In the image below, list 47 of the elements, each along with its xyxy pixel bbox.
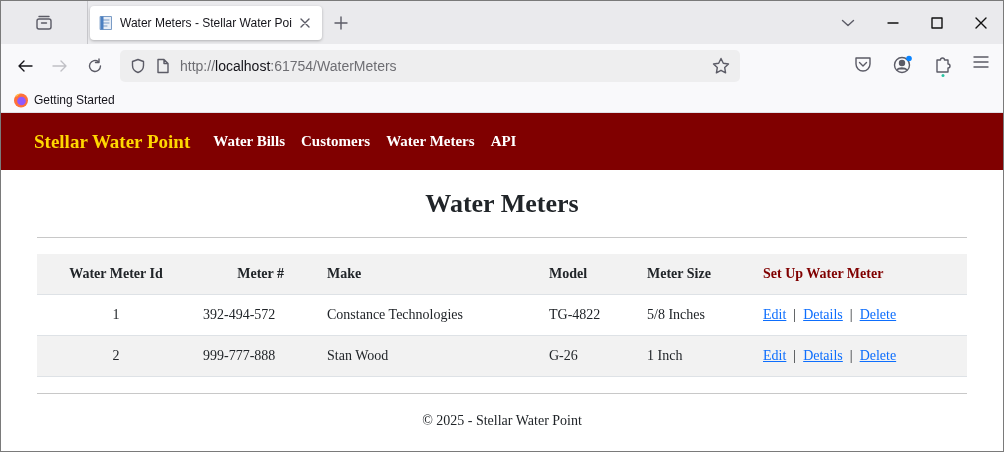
- footer-text: © 2025 - Stellar Water Point: [421, 412, 583, 429]
- star-icon[interactable]: [712, 57, 730, 75]
- table-cell: 2: [37, 336, 195, 377]
- maximize-icon[interactable]: [931, 16, 943, 29]
- extensions-icon[interactable]: [934, 55, 952, 77]
- tab-list-icon[interactable]: [35, 14, 53, 31]
- shield-icon[interactable]: [130, 58, 146, 74]
- page-icon: [156, 58, 170, 74]
- column-header: Water Meter Id: [37, 254, 195, 295]
- browser-logo-icon: [13, 92, 29, 108]
- chevron-down-icon[interactable]: [841, 17, 855, 28]
- table-cell: Stan Wood: [319, 336, 541, 377]
- brand-link[interactable]: Stellar Water Point: [34, 130, 191, 153]
- action-link[interactable]: Details: [803, 307, 843, 323]
- page-title: Water Meters: [424, 188, 580, 220]
- column-header: Meter #: [195, 254, 319, 295]
- separator: |: [849, 307, 853, 323]
- separator: |: [793, 307, 797, 323]
- table-cell: G-26: [541, 336, 639, 377]
- action-link[interactable]: Edit: [763, 307, 787, 323]
- column-header: Make: [319, 254, 541, 295]
- bookmark-link[interactable]: Getting Started: [34, 93, 115, 107]
- nav-link[interactable]: Water Meters: [386, 133, 475, 150]
- table-cell: 999-777-888: [195, 336, 319, 377]
- url-text[interactable]: http://localhost:61754/WaterMeters: [180, 58, 397, 74]
- table-cell: 1 Inch: [639, 336, 755, 377]
- back-icon[interactable]: [17, 58, 33, 74]
- action-link[interactable]: Delete: [859, 307, 897, 323]
- nav-link[interactable]: Water Bills: [213, 133, 286, 150]
- reload-icon[interactable]: [87, 58, 103, 74]
- action-link[interactable]: Details: [803, 348, 843, 364]
- nav-link[interactable]: Customers: [301, 133, 371, 150]
- separator: |: [793, 348, 797, 364]
- account-icon[interactable]: [893, 55, 913, 75]
- set-up-link[interactable]: Set Up Water Meter: [763, 266, 884, 282]
- document-icon: [98, 14, 114, 31]
- action-link[interactable]: Delete: [859, 348, 897, 364]
- menu-icon[interactable]: [973, 55, 989, 69]
- pocket-icon[interactable]: [854, 55, 872, 73]
- nav-link[interactable]: API: [490, 133, 517, 150]
- new-tab-icon[interactable]: [333, 15, 348, 30]
- separator: |: [849, 348, 853, 364]
- column-header: Model: [541, 254, 639, 295]
- action-link[interactable]: Edit: [763, 348, 787, 364]
- close-icon[interactable]: [975, 16, 987, 29]
- browser-tab[interactable]: Water Meters - Stellar Water Poi: [90, 5, 322, 40]
- column-header: Meter Size: [639, 254, 755, 295]
